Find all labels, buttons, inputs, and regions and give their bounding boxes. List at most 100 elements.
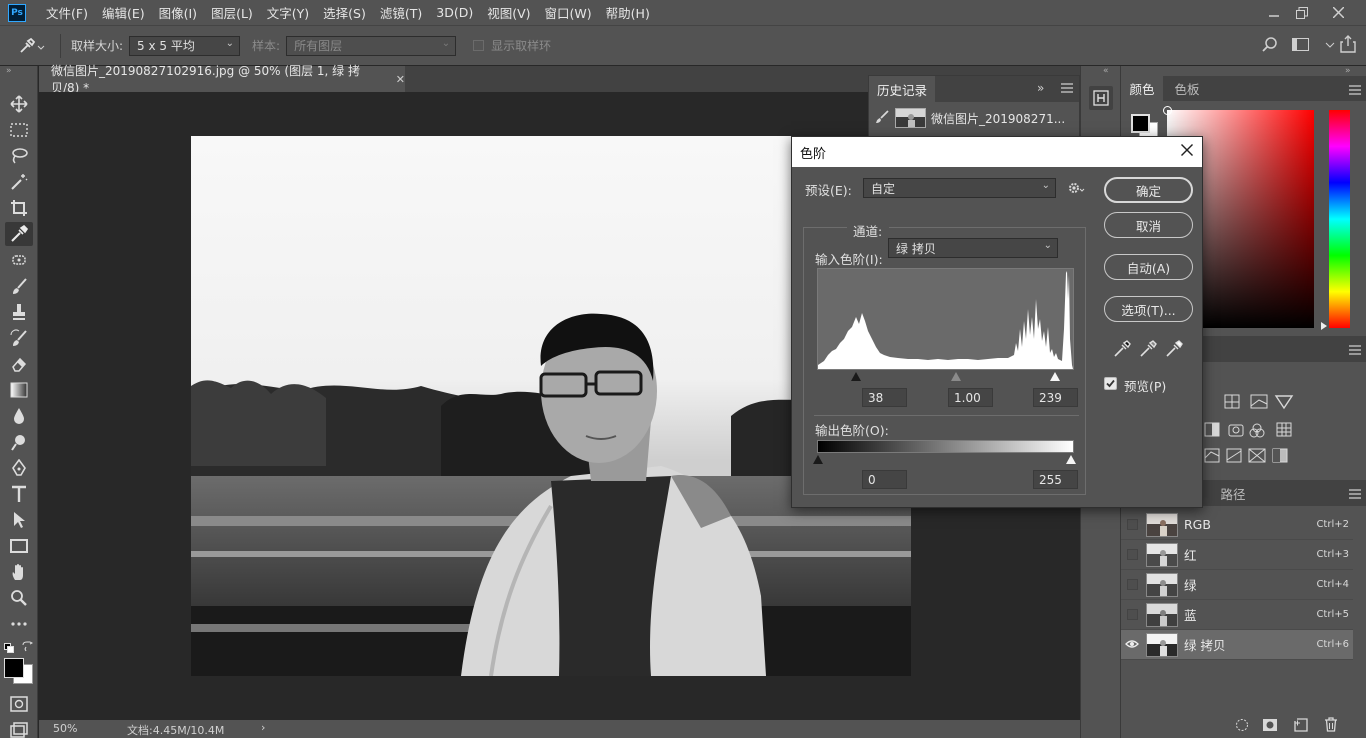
visibility-toggle[interactable] [1127, 549, 1138, 560]
document-tab[interactable]: 微信图片_20190827102916.jpg @ 50% (图层 1, 绿 拷… [39, 64, 405, 95]
gradient-tool-icon[interactable] [5, 378, 33, 402]
channel-row-rgb[interactable]: RGB Ctrl+2 [1121, 510, 1353, 540]
adjustments-panel-menu-icon[interactable] [1349, 344, 1361, 358]
lasso-tool-icon[interactable] [5, 144, 33, 168]
hue-slider[interactable] [1329, 110, 1350, 328]
output-white-field[interactable]: 255 [1033, 470, 1078, 489]
adjustment-icons-row-2[interactable] [1203, 422, 1323, 441]
close-app-icon[interactable] [1320, 0, 1356, 25]
tab-swatches[interactable]: 色板 [1167, 76, 1207, 101]
crop-tool-icon[interactable] [5, 196, 33, 220]
collapse-main-dock-icon[interactable]: » [1345, 66, 1351, 76]
input-white-slider[interactable] [1050, 372, 1060, 381]
brush-tool-icon[interactable] [5, 274, 33, 298]
default-colors-icon[interactable] [4, 642, 14, 656]
history-brush-source-icon[interactable] [875, 110, 889, 127]
sample-select[interactable]: 所有图层 ⌄ [286, 35, 457, 56]
new-channel-icon[interactable] [1294, 718, 1308, 735]
channels-panel-menu-icon[interactable] [1349, 488, 1361, 502]
collapse-toolbar-icon[interactable]: » [6, 66, 12, 76]
channel-row-blue[interactable]: 蓝 Ctrl+5 [1121, 600, 1353, 630]
gray-point-eyedropper-icon[interactable] [1139, 340, 1157, 361]
eraser-tool-icon[interactable] [5, 352, 33, 376]
input-black-field[interactable]: 38 [862, 388, 907, 407]
save-selection-icon[interactable] [1262, 718, 1278, 735]
delete-channel-icon[interactable] [1324, 717, 1338, 735]
close-dialog-icon[interactable] [1181, 144, 1193, 160]
pen-tool-icon[interactable] [5, 456, 33, 480]
cancel-button[interactable]: 取消 [1104, 212, 1193, 238]
dialog-titlebar[interactable]: 色阶 [792, 137, 1202, 167]
menu-edit[interactable]: 编辑(E) [102, 3, 145, 22]
hand-tool-icon[interactable] [5, 560, 33, 584]
search-icon[interactable] [1262, 37, 1278, 56]
spot-healing-tool-icon[interactable] [5, 248, 33, 272]
visibility-toggle[interactable] [1127, 579, 1138, 590]
adjustment-icons-row-3[interactable] [1201, 448, 1321, 467]
eye-icon[interactable] [1125, 638, 1139, 652]
menu-3d[interactable]: 3D(D) [436, 5, 473, 20]
rectangle-tool-icon[interactable] [5, 534, 33, 558]
eyedropper-preset-icon[interactable] [16, 34, 52, 58]
menu-file[interactable]: 文件(F) [46, 3, 88, 22]
options-button[interactable]: 选项(T)... [1104, 296, 1193, 322]
share-icon[interactable] [1340, 35, 1356, 56]
panel-menu-icon[interactable] [1061, 82, 1073, 96]
path-selection-tool-icon[interactable] [5, 508, 33, 532]
clone-stamp-tool-icon[interactable] [5, 300, 33, 324]
channel-row-green[interactable]: 绿 Ctrl+4 [1121, 570, 1353, 600]
input-black-slider[interactable] [851, 372, 861, 381]
more-tools-icon[interactable] [5, 612, 33, 636]
eyedropper-tool-icon[interactable] [5, 222, 33, 246]
type-tool-icon[interactable] [5, 482, 33, 506]
preset-options-gear-icon[interactable] [1068, 181, 1086, 198]
menu-type[interactable]: 文字(Y) [267, 3, 309, 22]
auto-button[interactable]: 自动(A) [1104, 254, 1193, 280]
close-tab-icon[interactable]: ✕ [396, 73, 405, 86]
tab-color[interactable]: 颜色 [1121, 76, 1163, 101]
menu-help[interactable]: 帮助(H) [606, 3, 650, 22]
output-black-field[interactable]: 0 [862, 470, 907, 489]
tab-history[interactable]: 历史记录 [869, 76, 935, 102]
workspace-chevron-icon[interactable] [1325, 34, 1335, 57]
screen-mode-icon[interactable] [5, 718, 33, 738]
zoom-level[interactable]: 50% [53, 722, 77, 735]
zoom-tool-icon[interactable] [5, 586, 33, 610]
restore-icon[interactable] [1284, 0, 1320, 25]
foreground-color-swatch[interactable] [4, 658, 24, 678]
dodge-tool-icon[interactable] [5, 430, 33, 454]
channel-select[interactable]: 绿 拷贝 ⌄ [888, 238, 1058, 258]
preview-checkbox[interactable] [1104, 377, 1117, 390]
menu-layer[interactable]: 图层(L) [211, 3, 253, 22]
workspace-icon[interactable] [1292, 38, 1310, 55]
quick-mask-icon[interactable] [5, 692, 33, 716]
load-selection-icon[interactable] [1235, 718, 1249, 735]
history-brush-tool-icon[interactable] [5, 326, 33, 350]
menu-filter[interactable]: 滤镜(T) [380, 3, 422, 22]
history-item-label[interactable]: 微信图片_201908271... [931, 110, 1065, 127]
channel-row-red[interactable]: 红 Ctrl+3 [1121, 540, 1353, 570]
marquee-tool-icon[interactable] [5, 118, 33, 142]
sample-size-select[interactable]: 5 x 5 平均 ⌄ [129, 35, 241, 56]
visibility-toggle[interactable] [1127, 519, 1138, 530]
input-white-field[interactable]: 239 [1033, 388, 1078, 407]
show-ring-checkbox[interactable] [473, 40, 485, 51]
swap-colors-icon[interactable] [22, 641, 34, 655]
curves-adjustment-icon[interactable] [1201, 394, 1321, 413]
menu-window[interactable]: 窗口(W) [545, 3, 592, 22]
collapse-dock-icon[interactable]: « [1103, 66, 1109, 76]
menu-view[interactable]: 视图(V) [487, 3, 530, 22]
expand-panel-icon[interactable]: » [1037, 81, 1044, 95]
color-panel-foreground-swatch[interactable] [1131, 114, 1150, 133]
white-point-eyedropper-icon[interactable] [1165, 340, 1183, 361]
ok-button[interactable]: 确定 [1104, 177, 1193, 203]
input-gamma-slider[interactable] [951, 372, 961, 381]
tab-paths[interactable]: 路径 [1211, 480, 1255, 506]
output-black-slider[interactable] [813, 455, 823, 464]
history-panel-icon[interactable] [1089, 86, 1113, 110]
black-point-eyedropper-icon[interactable] [1113, 340, 1131, 361]
menu-select[interactable]: 选择(S) [323, 3, 366, 22]
magic-wand-tool-icon[interactable] [5, 170, 33, 194]
hue-slider-thumb[interactable] [1321, 322, 1327, 330]
move-tool-icon[interactable] [5, 92, 33, 116]
